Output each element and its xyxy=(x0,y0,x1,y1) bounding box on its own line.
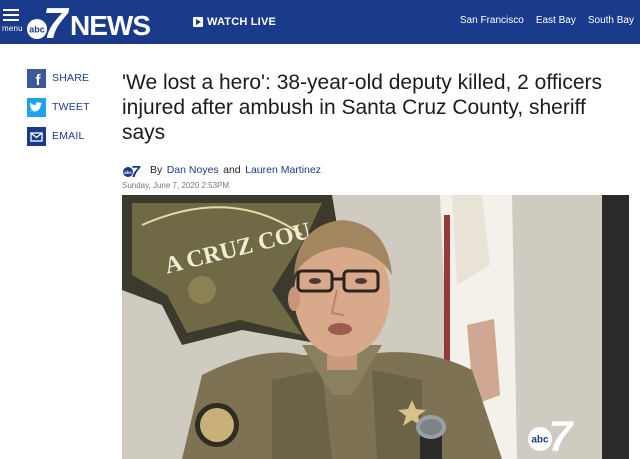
twitter-share-label: TWEET xyxy=(52,101,90,113)
email-share-label: EMAIL xyxy=(52,130,85,142)
logo-channel: 7 xyxy=(43,2,70,42)
region-link-east-bay[interactable]: East Bay xyxy=(536,15,576,26)
facebook-icon: f xyxy=(27,68,46,88)
abc7-watermark-logo: abc 7 xyxy=(528,412,575,453)
menu-icon-bar xyxy=(3,19,19,21)
region-link-south-bay[interactable]: South Bay xyxy=(588,15,634,26)
region-link-san-francisco[interactable]: San Francisco xyxy=(460,15,524,26)
hero-image[interactable]: A CRUZ COU abc 7 xyxy=(122,195,629,459)
svg-text:f: f xyxy=(36,72,42,88)
byline: abc 7 By Dan Noyes and Lauren Martinez xyxy=(122,160,321,180)
menu-icon-bar xyxy=(3,14,19,16)
publish-date: Sunday, June 7, 2020 2:53PM xyxy=(122,181,230,190)
byline-prefix: By xyxy=(150,164,163,176)
logo-brand: NEWS xyxy=(70,10,150,41)
twitter-icon xyxy=(27,97,46,117)
watermark-network: abc xyxy=(531,435,549,446)
watch-live-link[interactable]: WATCH LIVE xyxy=(193,14,276,30)
menu-label: menu xyxy=(2,24,23,33)
microphone xyxy=(416,415,446,459)
menu-button[interactable]: menu xyxy=(2,6,24,36)
author-link-dan-noyes[interactable]: Dan Noyes xyxy=(167,164,219,176)
menu-icon xyxy=(3,9,19,11)
twitter-share-button[interactable]: TWEET xyxy=(27,97,97,117)
watch-live-label: WATCH LIVE xyxy=(207,16,277,28)
email-icon xyxy=(27,126,46,146)
facebook-share-button[interactable]: f SHARE xyxy=(27,68,97,88)
author-link-lauren-martinez[interactable]: Lauren Martinez xyxy=(245,164,321,176)
byline-joiner: and xyxy=(223,164,241,176)
abc7-news-logo[interactable]: abc 7 NEWS xyxy=(26,2,182,42)
share-rail: f SHARE TWEET EMAIL xyxy=(27,68,97,155)
email-share-button[interactable]: EMAIL xyxy=(27,126,97,146)
watermark-channel: 7 xyxy=(548,412,575,453)
region-nav: San Francisco East Bay South Bay xyxy=(460,15,634,26)
top-nav-bar: menu abc 7 NEWS WATCH LIVE San Francisco… xyxy=(0,0,640,44)
play-icon xyxy=(193,17,203,27)
article-headline: 'We lost a hero': 38-year-old deputy kil… xyxy=(122,71,602,144)
facebook-share-label: SHARE xyxy=(52,72,90,84)
abc7-author-icon: abc 7 xyxy=(123,164,141,178)
svg-text:7: 7 xyxy=(131,164,141,178)
